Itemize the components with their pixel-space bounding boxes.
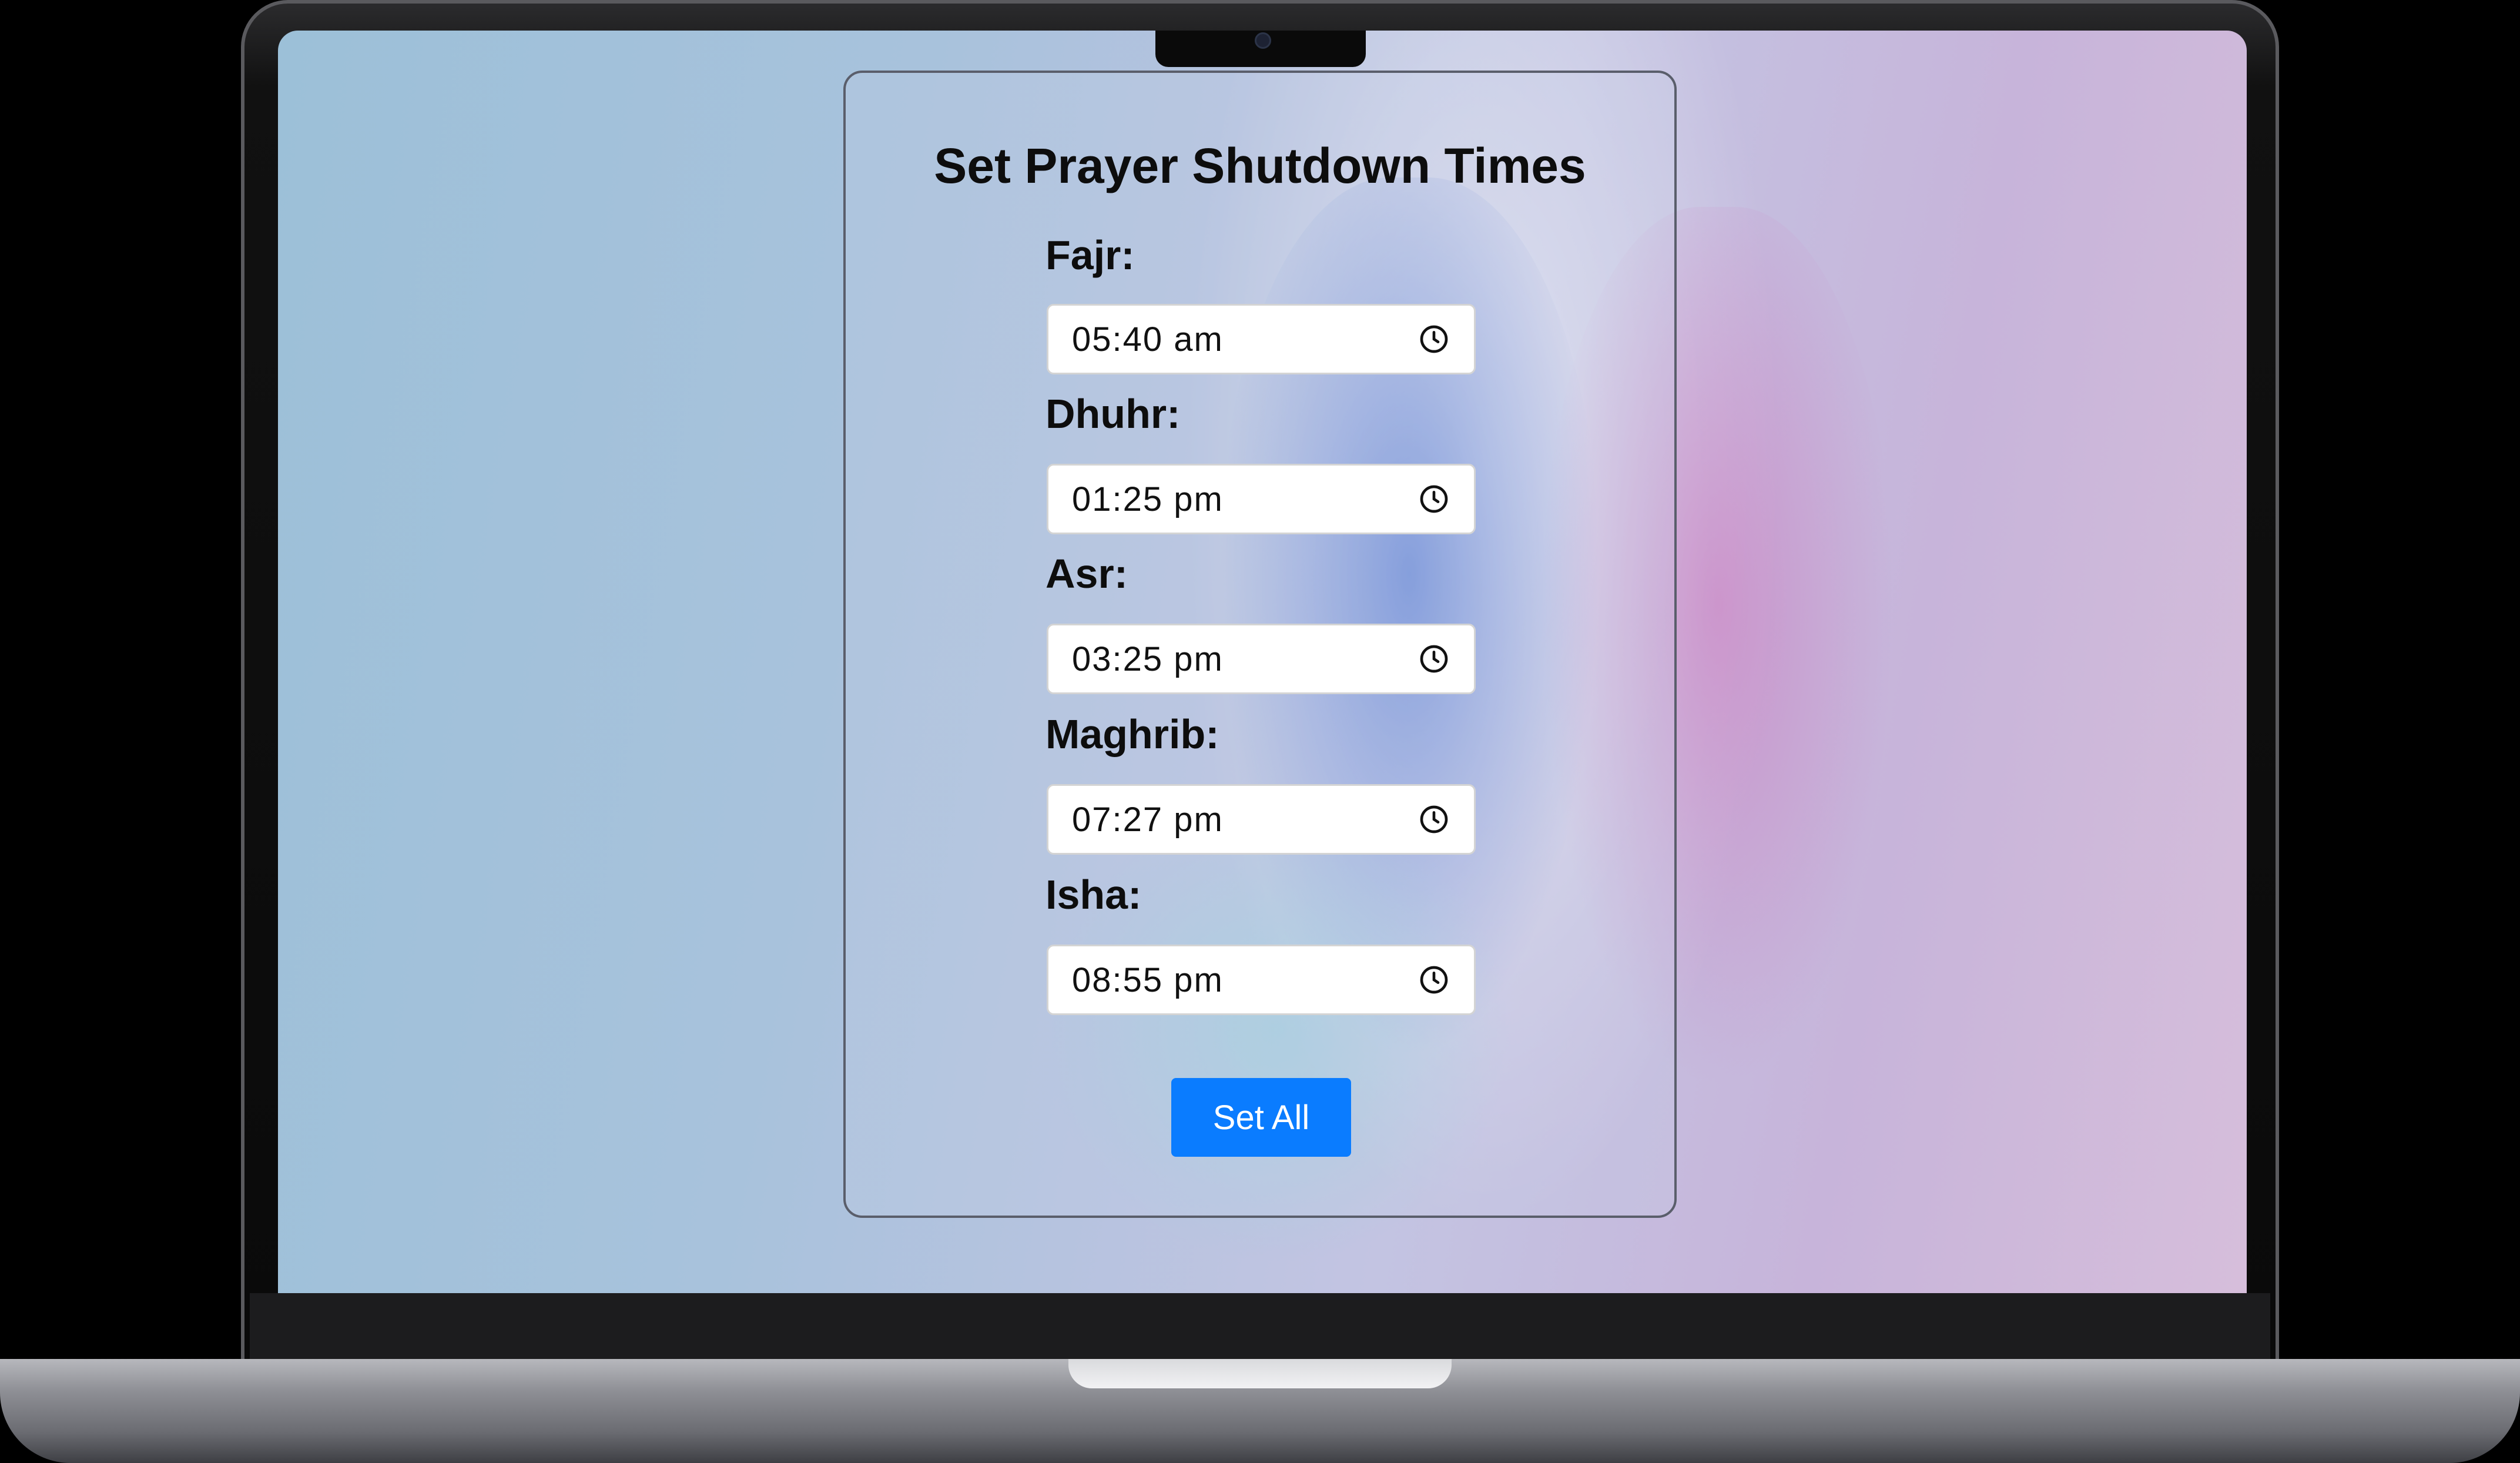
clock-icon[interactable] bbox=[1418, 483, 1450, 515]
clock-icon[interactable] bbox=[1418, 963, 1450, 996]
dhuhr-time-value: 01:25 pm bbox=[1072, 480, 1224, 518]
asr-time-value: 03:25 pm bbox=[1072, 640, 1224, 678]
maghrib-time-value: 07:27 pm bbox=[1072, 800, 1224, 839]
fajr-label: Fajr: bbox=[1045, 232, 1135, 278]
prayer-times-panel: Set Prayer Shutdown Times Fajr: 05:40 am… bbox=[843, 71, 1677, 1218]
dhuhr-time-input[interactable]: 01:25 pm bbox=[1047, 464, 1476, 534]
dhuhr-label: Dhuhr: bbox=[1045, 391, 1181, 437]
set-all-button[interactable]: Set All bbox=[1171, 1078, 1351, 1157]
clock-icon[interactable] bbox=[1418, 642, 1450, 675]
isha-label: Isha: bbox=[1045, 872, 1142, 918]
laptop-base-notch bbox=[1068, 1359, 1452, 1388]
fajr-time-value: 05:40 am bbox=[1072, 320, 1224, 359]
clock-icon[interactable] bbox=[1418, 803, 1450, 836]
laptop-bezel-bottom bbox=[250, 1293, 2270, 1370]
laptop-mockup: Set Prayer Shutdown Times Fajr: 05:40 am… bbox=[0, 0, 2520, 1463]
clock-icon[interactable] bbox=[1418, 323, 1450, 356]
isha-time-value: 08:55 pm bbox=[1072, 960, 1224, 999]
page-title: Set Prayer Shutdown Times bbox=[934, 138, 1586, 193]
fajr-time-input[interactable]: 05:40 am bbox=[1047, 304, 1476, 374]
maghrib-time-input[interactable]: 07:27 pm bbox=[1047, 784, 1476, 855]
asr-label: Asr: bbox=[1045, 551, 1128, 597]
isha-time-input[interactable]: 08:55 pm bbox=[1047, 945, 1476, 1015]
camera-icon bbox=[1255, 32, 1271, 49]
maghrib-label: Maghrib: bbox=[1045, 711, 1219, 757]
asr-time-input[interactable]: 03:25 pm bbox=[1047, 624, 1476, 694]
